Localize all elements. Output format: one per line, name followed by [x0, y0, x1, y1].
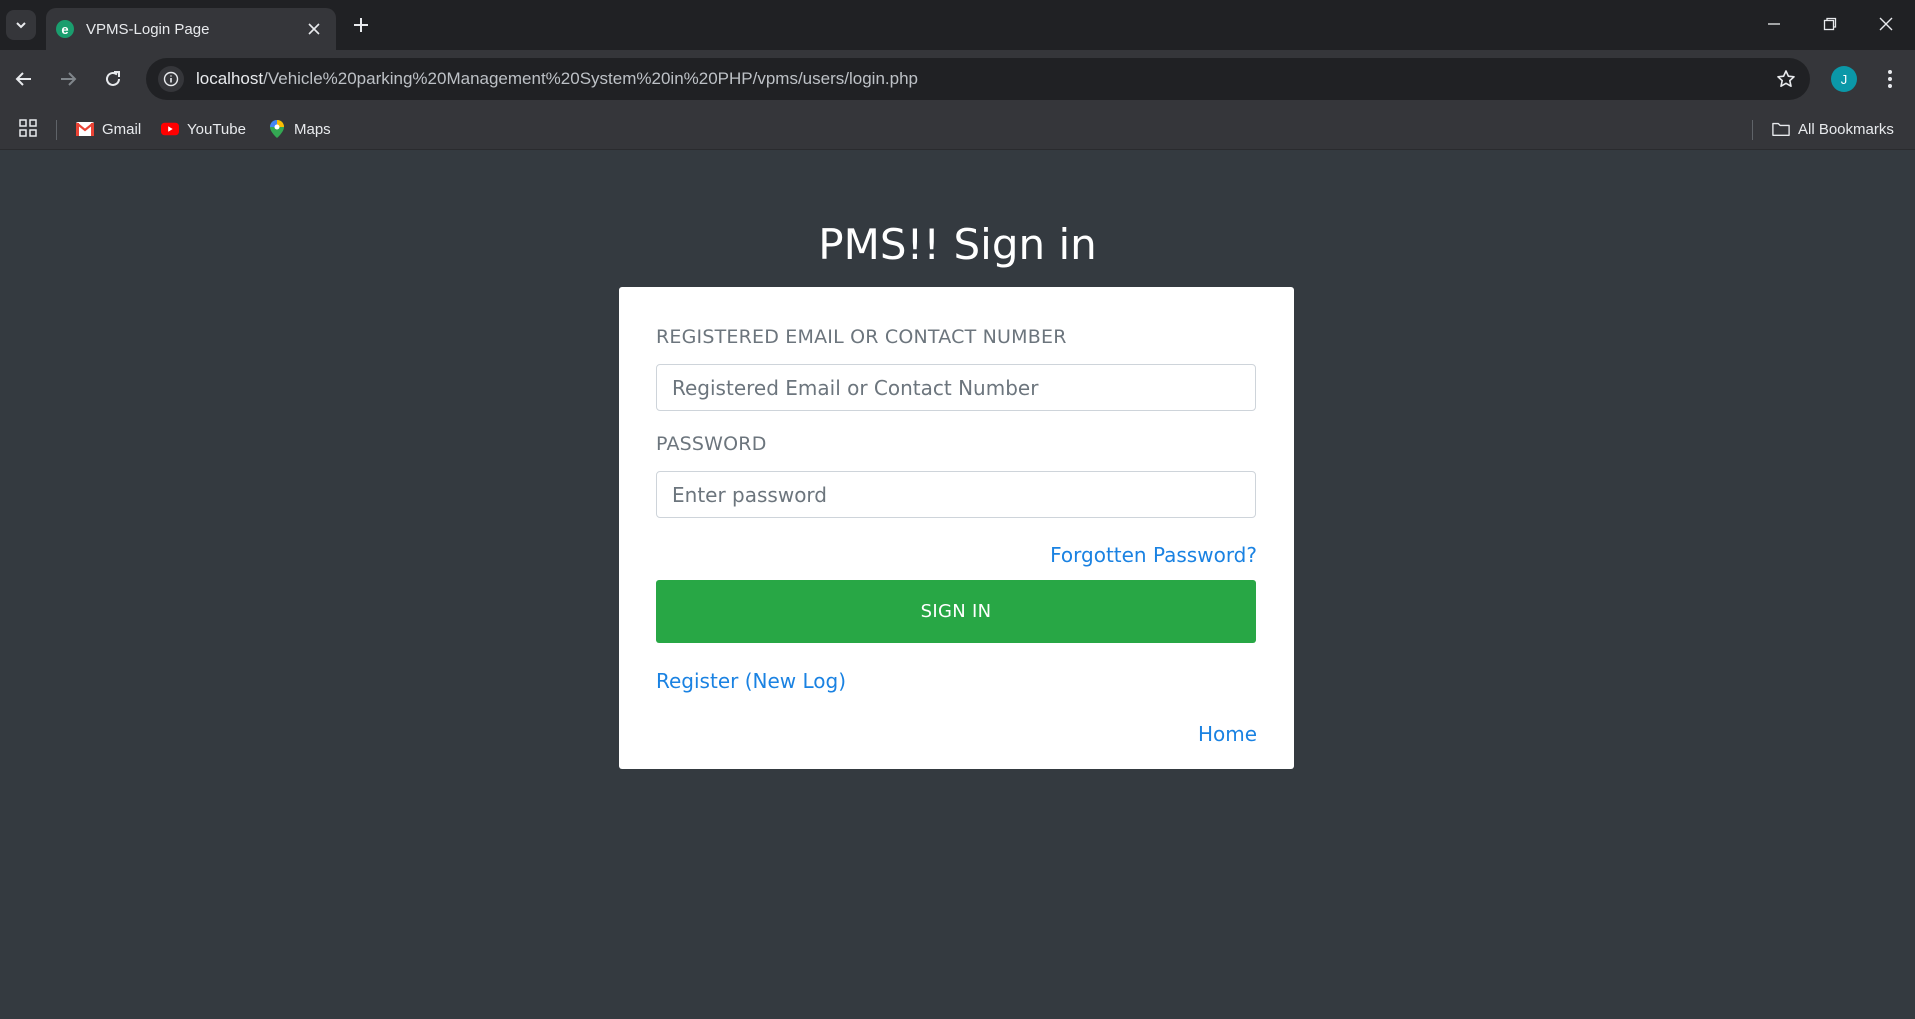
- back-button[interactable]: [8, 63, 40, 95]
- new-tab-button[interactable]: [346, 10, 376, 40]
- password-label: PASSWORD: [656, 433, 767, 455]
- tab-search-button[interactable]: [6, 10, 36, 40]
- close-icon: [1879, 17, 1893, 31]
- email-label: REGISTERED EMAIL OR CONTACT NUMBER: [656, 326, 1067, 348]
- forgot-password-link[interactable]: Forgotten Password?: [1050, 543, 1257, 567]
- browser-menu-button[interactable]: [1874, 63, 1906, 95]
- plus-icon: [354, 18, 368, 32]
- sign-in-button[interactable]: SIGN IN: [656, 580, 1256, 643]
- more-vertical-icon: [1888, 70, 1892, 88]
- email-field[interactable]: [656, 364, 1256, 411]
- minimize-icon: [1768, 23, 1780, 25]
- url-text: localhost/Vehicle%20parking%20Management…: [196, 69, 1766, 89]
- browser-tab[interactable]: e VPMS-Login Page: [46, 8, 336, 50]
- bookmarks-divider: [1752, 120, 1753, 140]
- forward-button[interactable]: [52, 63, 84, 95]
- youtube-icon: [161, 120, 179, 138]
- all-bookmarks-button[interactable]: All Bookmarks: [1772, 116, 1894, 142]
- star-icon: [1777, 70, 1795, 87]
- site-favicon-icon: e: [56, 20, 74, 38]
- tab-strip: e VPMS-Login Page: [0, 0, 1915, 50]
- restore-icon: [1823, 17, 1837, 31]
- address-bar[interactable]: localhost/Vehicle%20parking%20Management…: [146, 58, 1810, 100]
- page-title: PMS!! Sign in: [818, 220, 1097, 269]
- profile-avatar[interactable]: J: [1831, 66, 1857, 92]
- site-info-icon[interactable]: [158, 66, 184, 92]
- login-card: REGISTERED EMAIL OR CONTACT NUMBER PASSW…: [619, 287, 1294, 769]
- page-content: PMS!! Sign in REGISTERED EMAIL OR CONTAC…: [0, 150, 1915, 1019]
- arrow-left-icon: [15, 72, 31, 86]
- bookmarks-divider: [56, 120, 57, 140]
- browser-toolbar: localhost/Vehicle%20parking%20Management…: [0, 50, 1915, 108]
- bookmark-label: Gmail: [102, 120, 142, 138]
- gmail-icon: [76, 120, 94, 138]
- bookmark-star-button[interactable]: [1766, 59, 1806, 99]
- minimize-button[interactable]: [1746, 0, 1802, 48]
- bookmarks-bar: Gmail YouTube Maps All Bookmarks: [0, 108, 1915, 150]
- url-host: localhost: [196, 69, 264, 88]
- apps-grid-icon[interactable]: [18, 118, 40, 140]
- close-window-button[interactable]: [1858, 0, 1914, 48]
- maps-icon: [268, 120, 286, 138]
- register-link[interactable]: Register (New Log): [656, 669, 846, 693]
- arrow-right-icon: [61, 72, 77, 86]
- bookmark-label: YouTube: [187, 120, 246, 138]
- reload-button[interactable]: [97, 63, 129, 95]
- password-field[interactable]: [656, 471, 1256, 518]
- bookmark-label: Maps: [294, 120, 331, 138]
- bookmark-maps[interactable]: Maps: [268, 116, 331, 142]
- close-icon: [308, 23, 320, 35]
- chevron-down-icon: [16, 22, 26, 29]
- home-link[interactable]: Home: [1198, 722, 1257, 746]
- folder-icon: [1772, 120, 1790, 138]
- tab-title: VPMS-Login Page: [86, 20, 210, 38]
- url-path: /Vehicle%20parking%20Management%20System…: [263, 69, 918, 88]
- bookmark-youtube[interactable]: YouTube: [161, 116, 246, 142]
- tab-close-button[interactable]: [304, 19, 324, 39]
- bookmark-gmail[interactable]: Gmail: [76, 116, 141, 142]
- reload-icon: [106, 71, 120, 86]
- all-bookmarks-label: All Bookmarks: [1798, 120, 1894, 138]
- restore-button[interactable]: [1802, 0, 1858, 48]
